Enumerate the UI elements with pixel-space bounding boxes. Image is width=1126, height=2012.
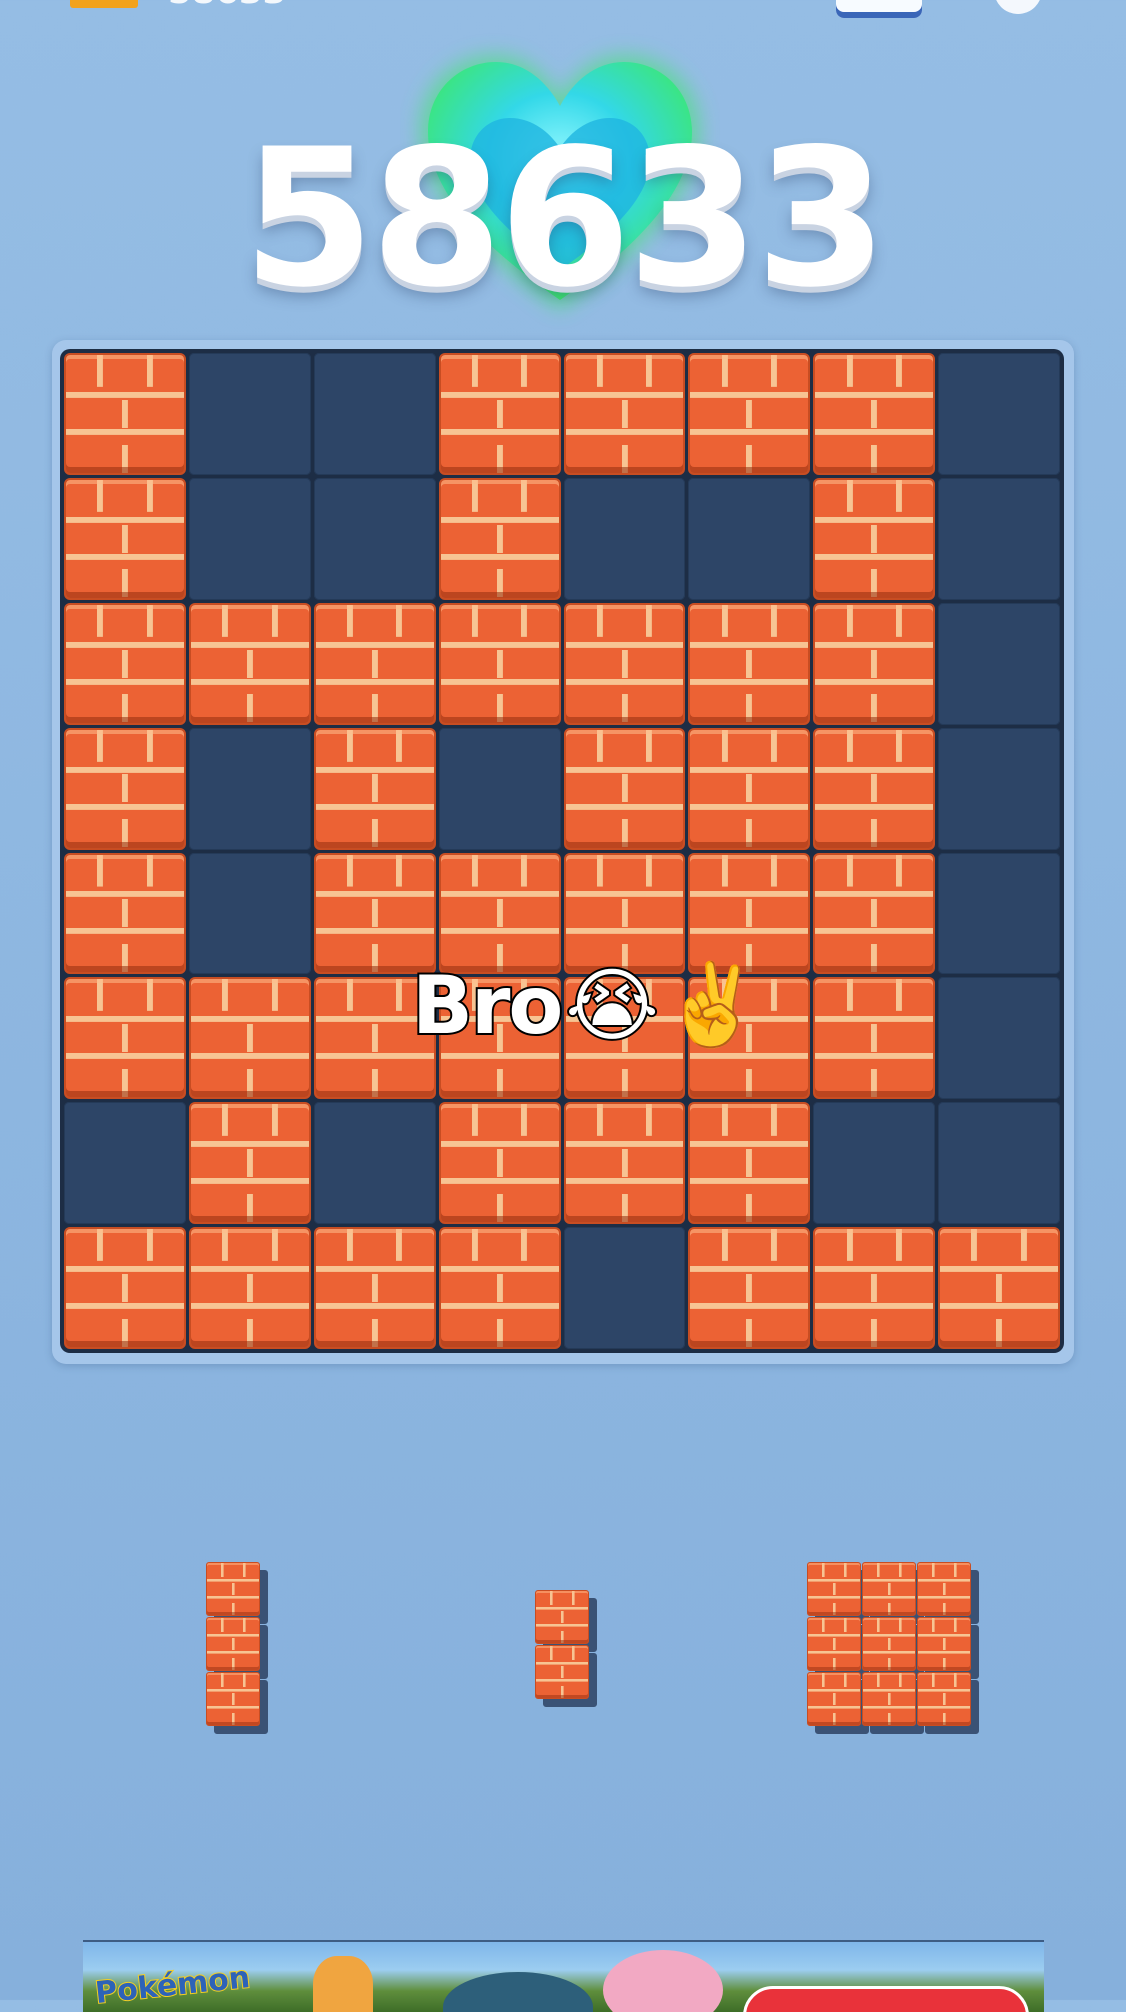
board-cell-filled[interactable] — [563, 353, 686, 475]
piece-block — [206, 1672, 260, 1726]
piece-tray-slot-1[interactable] — [206, 1562, 260, 1726]
board-cell-filled[interactable] — [188, 977, 311, 1100]
board-cell-filled[interactable] — [813, 1227, 936, 1349]
board-cell-empty[interactable] — [938, 477, 1060, 600]
board-cell-filled[interactable] — [563, 727, 686, 850]
piece-tray-slot-3[interactable] — [807, 1562, 971, 1726]
board-cell-filled[interactable] — [688, 602, 811, 725]
board-cell-empty[interactable] — [313, 353, 436, 475]
board-cell-filled[interactable] — [938, 1227, 1060, 1349]
board-cell-filled[interactable] — [813, 477, 936, 600]
board-cell-empty[interactable] — [563, 1227, 686, 1349]
board-cell-empty[interactable] — [188, 477, 311, 600]
piece-block — [862, 1617, 916, 1671]
board-cell-empty[interactable] — [188, 727, 311, 850]
crown-icon — [70, 0, 138, 8]
piece-block — [807, 1672, 861, 1726]
board-cell-filled[interactable] — [563, 1102, 686, 1225]
piece-block — [206, 1617, 260, 1671]
piece-block — [862, 1672, 916, 1726]
board-cell-filled[interactable] — [313, 1227, 436, 1349]
board-cell-filled[interactable] — [64, 727, 186, 850]
ad-character-image — [313, 1956, 373, 2012]
piece-block — [917, 1562, 971, 1616]
board-cell-empty[interactable] — [188, 852, 311, 975]
board-cell-empty[interactable] — [938, 852, 1060, 975]
board-cell-filled[interactable] — [438, 353, 561, 475]
caption-overlay: Bro 😭 ✌️ — [410, 950, 765, 1060]
ad-logo: Pokémon — [93, 1959, 253, 2012]
ad-character-image — [603, 1950, 723, 2012]
board-cell-filled[interactable] — [64, 353, 186, 475]
board-cell-empty[interactable] — [313, 477, 436, 600]
piece-block — [917, 1617, 971, 1671]
board-cell-filled[interactable] — [563, 602, 686, 725]
board-cell-filled[interactable] — [188, 1227, 311, 1349]
board-cell-filled[interactable] — [313, 602, 436, 725]
board-cell-filled[interactable] — [813, 977, 936, 1100]
piece-block — [535, 1645, 589, 1699]
best-score: 58633 — [168, 0, 286, 12]
board-cell-filled[interactable] — [813, 727, 936, 850]
board-cell-empty[interactable] — [563, 477, 686, 600]
crying-face-icon: 😭 — [563, 957, 661, 1054]
game-board[interactable] — [60, 349, 1064, 1353]
board-cell-filled[interactable] — [64, 477, 186, 600]
board-cell-filled[interactable] — [688, 1102, 811, 1225]
menu-button[interactable] — [836, 0, 922, 18]
ad-cta-button[interactable] — [743, 1986, 1029, 2012]
board-cell-filled[interactable] — [438, 1102, 561, 1225]
board-cell-filled[interactable] — [438, 477, 561, 600]
board-cell-filled[interactable] — [688, 353, 811, 475]
board-cell-filled[interactable] — [813, 602, 936, 725]
board-cell-filled[interactable] — [64, 1227, 186, 1349]
board-cell-filled[interactable] — [438, 1227, 561, 1349]
board-cell-empty[interactable] — [688, 477, 811, 600]
piece-tray-slot-2[interactable] — [535, 1590, 589, 1699]
piece-block — [535, 1590, 589, 1644]
board-cell-filled[interactable] — [64, 977, 186, 1100]
ad-character-image — [443, 1972, 593, 2012]
gear-icon[interactable] — [982, 0, 1054, 24]
ad-banner[interactable]: Pokémon — [83, 1940, 1044, 2012]
score-display: 58633 — [242, 108, 887, 329]
board-cell-filled[interactable] — [688, 1227, 811, 1349]
board-cell-filled[interactable] — [688, 727, 811, 850]
piece-block — [807, 1562, 861, 1616]
board-cell-filled[interactable] — [438, 602, 561, 725]
board-cell-filled[interactable] — [188, 602, 311, 725]
piece-block — [807, 1617, 861, 1671]
board-cell-empty[interactable] — [938, 977, 1060, 1100]
board-cell-empty[interactable] — [188, 353, 311, 475]
piece-block — [917, 1672, 971, 1726]
board-cell-filled[interactable] — [64, 852, 186, 975]
board-cell-empty[interactable] — [313, 1102, 436, 1225]
piece-block — [862, 1562, 916, 1616]
victory-hand-icon: ✌️ — [661, 956, 765, 1053]
board-cell-empty[interactable] — [438, 727, 561, 850]
board-cell-filled[interactable] — [813, 852, 936, 975]
board-cell-empty[interactable] — [64, 1102, 186, 1225]
board-cell-filled[interactable] — [813, 353, 936, 475]
piece-block — [206, 1562, 260, 1616]
board-cell-empty[interactable] — [813, 1102, 936, 1225]
board-cell-empty[interactable] — [938, 727, 1060, 850]
board-cell-empty[interactable] — [938, 602, 1060, 725]
caption-text: Bro — [410, 957, 565, 1054]
board-cell-empty[interactable] — [938, 1102, 1060, 1225]
board-cell-empty[interactable] — [938, 353, 1060, 475]
board-cell-filled[interactable] — [313, 727, 436, 850]
board-cell-filled[interactable] — [188, 1102, 311, 1225]
board-cell-filled[interactable] — [64, 602, 186, 725]
